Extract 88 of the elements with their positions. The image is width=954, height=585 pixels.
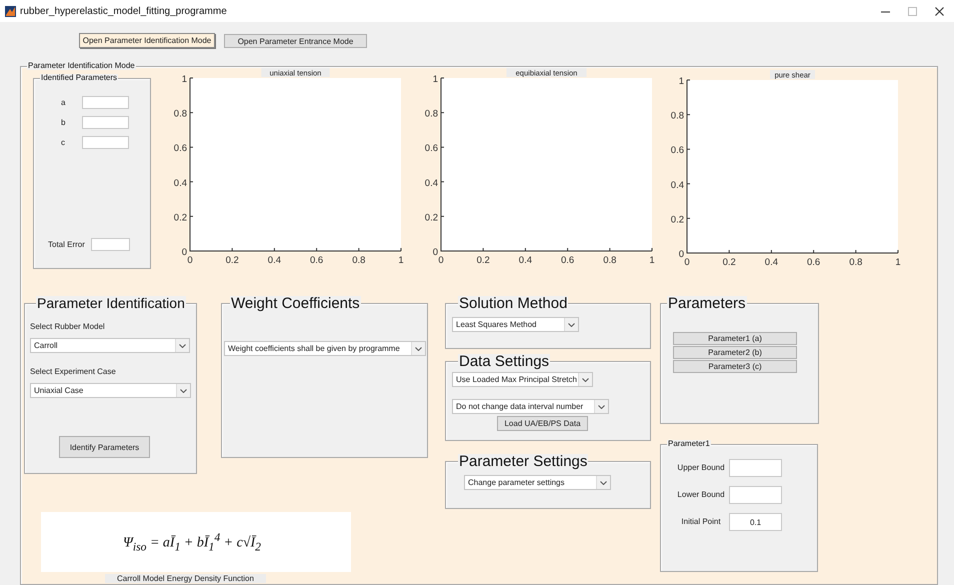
parameter-button[interactable]: Parameter2 (b): [673, 346, 797, 359]
tick-label: 0: [182, 247, 187, 258]
tick-label: 0.6: [424, 143, 438, 154]
panel-title: Parameter Identification Mode: [27, 62, 136, 70]
bound-label: Upper Bound: [677, 463, 725, 473]
app-icon: [5, 6, 16, 16]
dropdown[interactable]: Least Squares Method: [452, 317, 579, 332]
parameter-label: c: [61, 138, 66, 147]
field-label: Select Experiment Case: [30, 367, 117, 376]
dropdown[interactable]: Weight coefficients shall be given by programme: [224, 341, 426, 356]
total-error-label: Total Error: [48, 240, 86, 249]
tick-label: 0: [187, 255, 193, 266]
tick-label: 1: [649, 255, 655, 266]
tick-label: 0.6: [670, 145, 684, 156]
field-label: Select Rubber Model: [30, 322, 106, 331]
formula: Ψ$_{iso}$ = aĪ$_{1}$ + bĪ$_{1}$$^{4}$ + c√Ī$_{2}$: [123, 530, 261, 554]
tick-label: 1: [398, 255, 404, 266]
panel-title: Parameter1: [667, 440, 711, 448]
tick-label: 0.2: [670, 214, 684, 226]
tick-label: 0.8: [174, 108, 187, 120]
tick-label: 0.6: [561, 255, 574, 266]
panel-title: Parameters: [667, 296, 747, 311]
input-field[interactable]: [82, 116, 129, 129]
bound-label: Lower Bound: [677, 490, 725, 500]
caret-icon: [415, 346, 422, 350]
dropdown[interactable]: Do not change data interval number: [452, 399, 609, 414]
input-field[interactable]: [91, 238, 130, 251]
panel-title: Solution Method: [458, 296, 568, 311]
mode-button[interactable]: Open Parameter Entrance Mode: [224, 34, 367, 48]
tick-label: 0.2: [722, 257, 736, 268]
tick-label: 1: [895, 257, 901, 268]
tick-label: 0.2: [476, 255, 490, 266]
tick-label: 0: [678, 249, 684, 260]
tick-label: 0.8: [670, 110, 684, 122]
input-field[interactable]: 0.1: [729, 513, 782, 531]
input-field[interactable]: [82, 96, 129, 109]
tick-label: 1: [432, 74, 438, 85]
dropdown[interactable]: Carroll: [30, 338, 190, 353]
tick-label: 0.4: [518, 255, 532, 266]
parameter-button[interactable]: Parameter1 (a): [673, 332, 797, 345]
bound-label: Initial Point: [680, 517, 722, 527]
tick-label: 0.8: [849, 257, 862, 268]
tick-label: 0.2: [226, 255, 239, 266]
caret-icon: [598, 404, 605, 408]
caret-icon: [179, 344, 186, 348]
parameter-label: a: [61, 98, 66, 107]
tick-label: 0.4: [764, 257, 778, 268]
close-icon[interactable]: [935, 6, 944, 16]
tick-label: 0.4: [670, 180, 684, 191]
caret-icon: [582, 378, 589, 382]
tick-label: 0.8: [424, 108, 438, 120]
maximize-icon[interactable]: [908, 6, 917, 16]
tick-label: 0.4: [174, 178, 187, 189]
identify-button[interactable]: Identify Parameters: [59, 436, 150, 458]
panel-title: Data Settings: [458, 354, 550, 369]
panel-title: Parameter Settings: [458, 454, 588, 469]
parameter-label: b: [61, 118, 66, 127]
caret-icon: [180, 388, 187, 392]
tick-label: 0.6: [174, 143, 187, 154]
tick-label: 0.6: [807, 257, 820, 268]
load-data-button[interactable]: Load UA/EB/PS Data: [497, 416, 588, 431]
panel-title: Identified Parameters: [40, 74, 118, 82]
dropdown[interactable]: Use Loaded Max Principal Stretch: [452, 372, 593, 387]
input-field[interactable]: [729, 486, 782, 504]
tick-label: 1: [182, 74, 187, 85]
tick-label: 0: [432, 247, 438, 258]
mode-button[interactable]: Open Parameter Identification Mode: [79, 33, 215, 48]
window-title: rubber_hyperelastic_model_fitting_programme: [20, 6, 228, 16]
panel-title: Parameter Identification: [36, 296, 186, 310]
tick-label: 0.4: [424, 178, 438, 189]
tick-label: 0.8: [603, 255, 616, 266]
tick-label: 0.6: [310, 255, 324, 266]
input-field[interactable]: [729, 459, 782, 477]
input-field[interactable]: [82, 136, 129, 149]
tick-label: 0: [684, 257, 690, 268]
caret-icon: [600, 480, 607, 484]
tick-label: 0.8: [352, 255, 366, 266]
caret-icon: [568, 322, 575, 326]
tick-label: 1: [678, 76, 684, 87]
panel-title: Weight Coefficients: [230, 296, 361, 311]
tick-label: 0.4: [268, 255, 281, 266]
formula-caption: Carroll Model Energy Density Function: [105, 574, 266, 583]
tick-label: 0: [438, 255, 444, 266]
dropdown[interactable]: Change parameter settings: [464, 475, 611, 490]
tick-label: 0.2: [424, 212, 438, 224]
parameter-button[interactable]: Parameter3 (c): [673, 360, 797, 373]
dropdown[interactable]: Uniaxial Case: [30, 383, 191, 398]
tick-label: 0.2: [174, 212, 187, 224]
